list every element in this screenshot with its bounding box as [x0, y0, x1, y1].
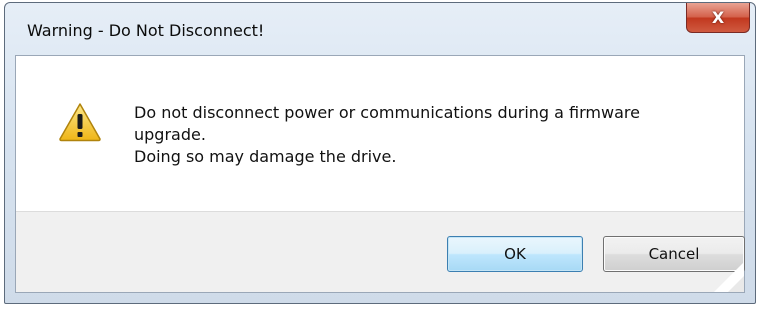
- warning-icon: [59, 103, 101, 142]
- dialog-content: Do not disconnect power or communication…: [15, 55, 745, 293]
- button-bar: OK Cancel: [16, 211, 745, 292]
- message-line: Do not disconnect power or communication…: [134, 103, 640, 122]
- message-text: Do not disconnect power or communication…: [134, 102, 734, 168]
- dialog-window: Warning - Do Not Disconnect! X Do not di…: [4, 2, 756, 304]
- message-area: Do not disconnect power or communication…: [16, 56, 744, 216]
- close-icon: X: [711, 8, 725, 27]
- dialog-title: Warning - Do Not Disconnect!: [27, 21, 265, 40]
- close-button[interactable]: X: [686, 3, 750, 33]
- resize-grip[interactable]: [704, 252, 744, 292]
- ok-button[interactable]: OK: [447, 236, 583, 272]
- message-line: Doing so may damage the drive.: [134, 147, 397, 166]
- message-line: upgrade.: [134, 125, 206, 144]
- title-bar[interactable]: Warning - Do Not Disconnect! X: [5, 3, 755, 55]
